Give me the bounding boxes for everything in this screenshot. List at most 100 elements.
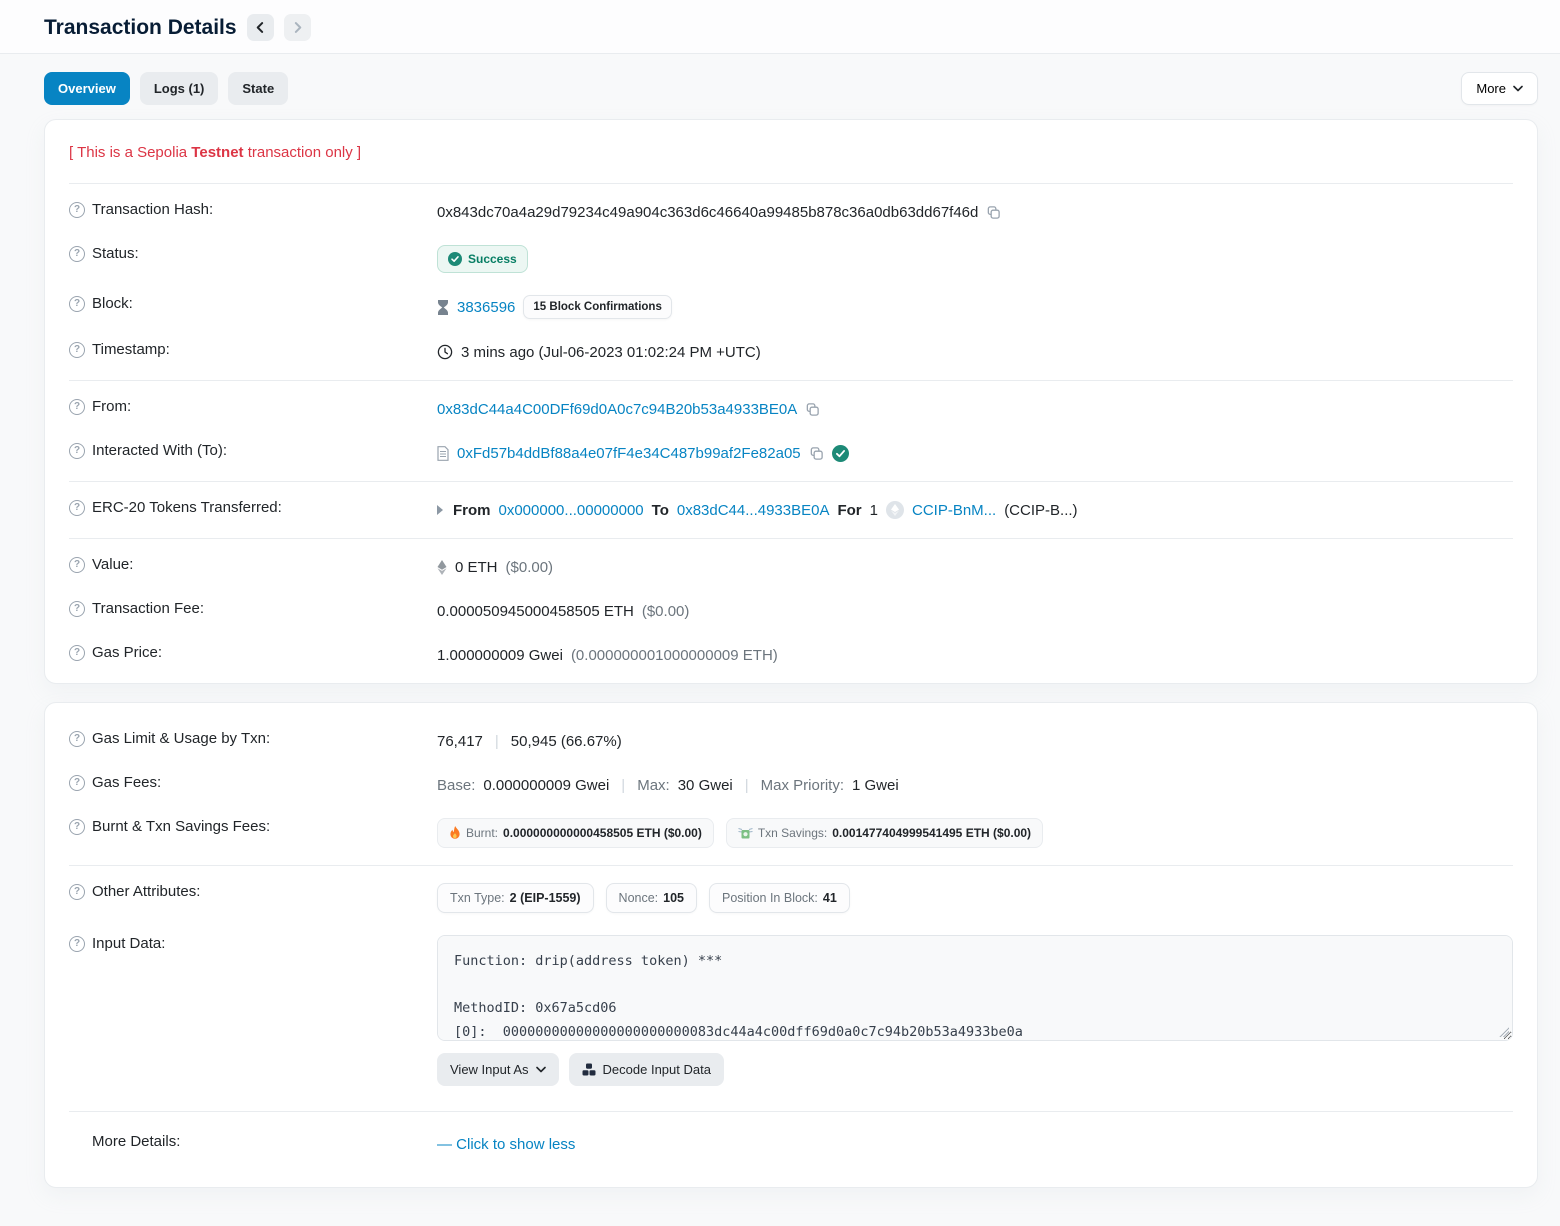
row-gas-price: Gas Price: 1.000000009 Gwei (0.000000001… — [69, 633, 1513, 677]
from-address-link[interactable]: 0x83dC44a4C00DFf69d0A0c7c94B20b53a4933BE… — [437, 401, 797, 418]
block-number-link[interactable]: 3836596 — [457, 299, 515, 316]
help-icon[interactable] — [69, 557, 85, 573]
help-icon[interactable] — [69, 296, 85, 312]
token-symbol: (CCIP-B...) — [1004, 502, 1077, 519]
divider — [69, 380, 1513, 381]
hourglass-icon — [437, 300, 449, 315]
overview-card: [ This is a Sepolia Testnet transaction … — [44, 119, 1538, 684]
copy-hash-button[interactable] — [986, 205, 1001, 220]
help-icon[interactable] — [69, 936, 85, 952]
burnt-fee-value: 0.000000000000458505 ETH ($0.00) — [503, 826, 702, 840]
gas-usage-value: 50,945 (66.67%) — [511, 733, 622, 750]
resize-handle[interactable] — [1498, 1026, 1509, 1037]
row-timestamp: Timestamp: 3 mins ago (Jul-06-2023 01:02… — [69, 330, 1513, 374]
gas-price-gwei: 1.000000009 Gwei — [437, 647, 563, 664]
help-icon[interactable] — [69, 601, 85, 617]
transfer-chevron-icon — [437, 505, 443, 515]
divider — [69, 1111, 1513, 1112]
txn-savings-label: Txn Savings: — [758, 826, 827, 840]
fee-usd: ($0.00) — [642, 603, 690, 620]
row-label: Status: — [92, 245, 139, 262]
txn-type-value: 2 (EIP-1559) — [510, 891, 581, 905]
base-fee-label: Base: — [437, 777, 475, 794]
value-usd: ($0.00) — [506, 559, 554, 576]
row-other-attributes: Other Attributes: Txn Type: 2 (EIP-1559)… — [69, 872, 1513, 924]
transfer-to-address-link[interactable]: 0x83dC44...4933BE0A — [677, 502, 830, 519]
row-block: Block: 3836596 15 Block Confirmations — [69, 284, 1513, 330]
row-burnt-fees: Burnt & Txn Savings Fees: Burnt: 0.00000… — [69, 807, 1513, 859]
page-header: Transaction Details — [0, 0, 1560, 54]
max-priority-label: Max Priority: — [761, 777, 844, 794]
nonce-value: 105 — [663, 891, 684, 905]
clock-icon — [437, 344, 453, 360]
help-icon[interactable] — [69, 775, 85, 791]
decode-button-label: Decode Input Data — [603, 1062, 711, 1077]
tab-logs[interactable]: Logs (1) — [140, 72, 219, 105]
warning-prefix: [ This is a Sepolia — [69, 144, 191, 161]
gas-limit-value: 76,417 — [437, 733, 483, 750]
row-label: Gas Limit & Usage by Txn: — [92, 730, 270, 747]
transaction-hash-value: 0x843dc70a4a29d79234c49a904c363d6c46640a… — [437, 204, 978, 221]
row-gas-fees: Gas Fees: Base: 0.000000009 Gwei | Max: … — [69, 763, 1513, 807]
row-label: Block: — [92, 295, 133, 312]
copy-icon — [986, 205, 1001, 220]
row-label: Timestamp: — [92, 341, 170, 358]
decode-input-data-button[interactable]: Decode Input Data — [569, 1053, 724, 1086]
row-erc20-transfers: ERC-20 Tokens Transferred: From 0x000000… — [69, 488, 1513, 532]
details-card: Gas Limit & Usage by Txn: 76,417 | 50,94… — [44, 702, 1538, 1188]
view-input-as-label: View Input As — [450, 1062, 529, 1077]
txn-savings-badge: Txn Savings: 0.001477404999541495 ETH ($… — [726, 818, 1043, 848]
to-address-link[interactable]: 0xFd57b4ddBf88a4e07fF4e34C487b99af2Fe82a… — [457, 445, 801, 462]
copy-from-address-button[interactable] — [805, 402, 820, 417]
divider — [69, 183, 1513, 184]
flame-icon — [449, 826, 461, 840]
help-icon[interactable] — [69, 342, 85, 358]
row-label: ERC-20 Tokens Transferred: — [92, 499, 282, 516]
contract-file-icon — [437, 446, 449, 461]
next-transaction-button[interactable] — [284, 14, 311, 41]
help-icon[interactable] — [69, 246, 85, 262]
divider — [69, 865, 1513, 866]
help-icon[interactable] — [69, 443, 85, 459]
row-label: Transaction Hash: — [92, 201, 213, 218]
txn-type-label: Txn Type: — [450, 891, 505, 905]
help-icon[interactable] — [69, 645, 85, 661]
row-interacted-with: Interacted With (To): 0xFd57b4ddBf88a4e0… — [69, 431, 1513, 475]
tab-state[interactable]: State — [228, 72, 288, 105]
token-name-link[interactable]: CCIP-BnM... — [912, 502, 996, 519]
more-dropdown-button[interactable]: More — [1461, 72, 1538, 105]
verified-check-icon — [832, 445, 849, 462]
row-from: From: 0x83dC44a4C00DFf69d0A0c7c94B20b53a… — [69, 387, 1513, 431]
warning-suffix: transaction only ] — [244, 144, 362, 161]
burnt-fee-label: Burnt: — [466, 826, 498, 840]
prev-transaction-button[interactable] — [247, 14, 274, 41]
help-icon[interactable] — [69, 202, 85, 218]
token-logo-icon — [886, 501, 904, 519]
gas-price-eth: (0.000000001000000009 ETH) — [571, 647, 778, 664]
help-icon[interactable] — [69, 819, 85, 835]
transfer-amount: 1 — [870, 502, 878, 519]
copy-to-address-button[interactable] — [809, 446, 824, 461]
cubes-icon — [582, 1063, 596, 1077]
help-icon[interactable] — [69, 731, 85, 747]
row-label: From: — [92, 398, 131, 415]
chevron-down-icon — [1513, 85, 1523, 92]
input-data-textarea[interactable]: Function: drip(address token) *** Method… — [437, 935, 1513, 1041]
transfer-for-word: For — [837, 502, 861, 519]
transfer-from-word: From — [453, 502, 491, 519]
view-input-as-button[interactable]: View Input As — [437, 1053, 559, 1086]
help-icon[interactable] — [69, 500, 85, 516]
tab-overview[interactable]: Overview — [44, 72, 130, 105]
help-icon[interactable] — [69, 399, 85, 415]
burnt-fee-badge: Burnt: 0.000000000000458505 ETH ($0.00) — [437, 818, 714, 848]
show-less-link[interactable]: — Click to show less — [437, 1136, 575, 1153]
position-in-block-badge: Position In Block: 41 — [709, 883, 850, 913]
max-priority-value: 1 Gwei — [852, 777, 899, 794]
row-label: Input Data: — [92, 935, 165, 952]
tab-bar: Overview Logs (1) State More — [44, 72, 1538, 105]
transfer-from-address-link[interactable]: 0x000000...00000000 — [499, 502, 644, 519]
money-wings-icon — [738, 827, 753, 840]
help-icon[interactable] — [69, 884, 85, 900]
row-more-details: More Details: — Click to show less — [69, 1118, 1513, 1173]
row-gas-limit: Gas Limit & Usage by Txn: 76,417 | 50,94… — [69, 719, 1513, 763]
